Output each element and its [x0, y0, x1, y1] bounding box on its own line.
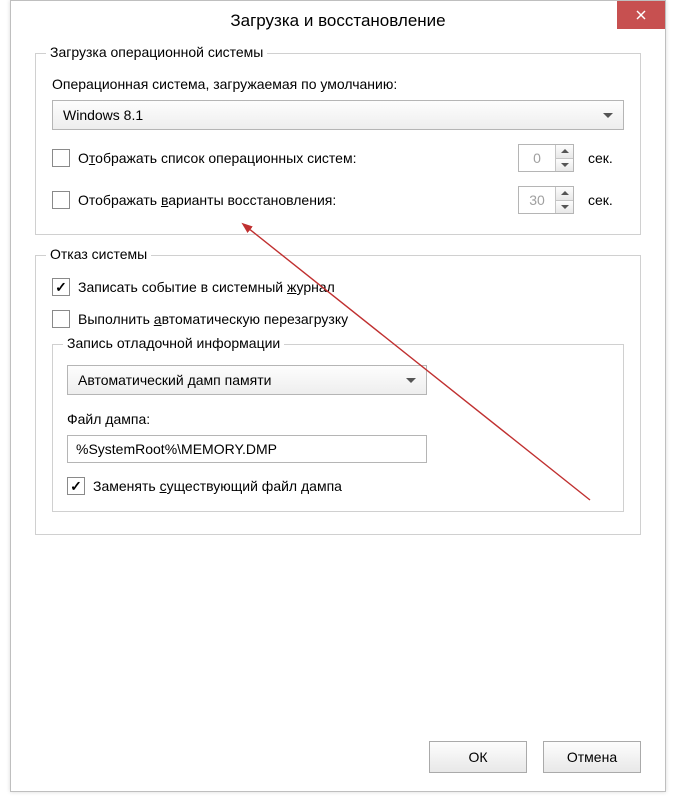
recovery-seconds-value: 30	[519, 187, 555, 213]
dialog-footer: ОК Отмена	[429, 741, 641, 773]
default-os-label: Операционная система, загружаемая по умо…	[52, 76, 624, 92]
cancel-button[interactable]: Отмена	[543, 741, 641, 773]
spinner-down[interactable]	[556, 158, 573, 172]
spinner-buttons	[555, 145, 573, 171]
debug-info-group: Запись отладочной информации Автоматичес…	[52, 344, 624, 512]
ok-button[interactable]: ОК	[429, 741, 527, 773]
show-recovery-label[interactable]: Отображать варианты восстановления:	[78, 192, 510, 208]
chevron-down-icon	[561, 205, 569, 209]
os-list-seconds-spinner[interactable]: 0	[518, 144, 574, 172]
default-os-combo[interactable]: Windows 8.1	[52, 100, 624, 130]
seconds-unit: сек.	[588, 192, 624, 208]
show-os-list-label[interactable]: Отображать список операционных систем:	[78, 150, 510, 166]
chevron-down-icon	[561, 163, 569, 167]
show-os-list-checkbox[interactable]	[52, 149, 70, 167]
chevron-down-icon	[406, 378, 416, 383]
close-icon	[636, 10, 646, 20]
write-event-row: Записать событие в системный журнал	[52, 278, 624, 296]
os-list-seconds-value: 0	[519, 145, 555, 171]
debug-info-title: Запись отладочной информации	[63, 335, 284, 351]
write-event-label[interactable]: Записать событие в системный журнал	[78, 279, 624, 295]
show-os-list-row: Отображать список операционных систем: 0…	[52, 144, 624, 172]
spinner-up[interactable]	[556, 187, 573, 200]
chevron-down-icon	[603, 113, 613, 118]
show-recovery-checkbox[interactable]	[52, 191, 70, 209]
write-event-checkbox[interactable]	[52, 278, 70, 296]
boot-group: Загрузка операционной системы Операционн…	[35, 53, 641, 235]
chevron-up-icon	[561, 191, 569, 195]
show-recovery-row: Отображать варианты восстановления: 30 с…	[52, 186, 624, 214]
chevron-up-icon	[561, 149, 569, 153]
dialog-window: Загрузка и восстановление Загрузка опера…	[10, 0, 666, 792]
close-button[interactable]	[617, 1, 665, 29]
default-os-value: Windows 8.1	[63, 107, 143, 123]
dump-type-combo[interactable]: Автоматический дамп памяти	[67, 365, 427, 395]
auto-restart-label[interactable]: Выполнить автоматическую перезагрузку	[78, 311, 624, 327]
titlebar: Загрузка и восстановление	[11, 1, 665, 41]
dump-type-value: Автоматический дамп памяти	[78, 372, 271, 388]
overwrite-row: Заменять существующий файл дампа	[67, 477, 609, 495]
overwrite-label[interactable]: Заменять существующий файл дампа	[93, 478, 609, 494]
dump-file-value: %SystemRoot%\MEMORY.DMP	[76, 441, 277, 457]
spinner-down[interactable]	[556, 200, 573, 214]
spinner-up[interactable]	[556, 145, 573, 158]
dump-file-input[interactable]: %SystemRoot%\MEMORY.DMP	[67, 435, 427, 463]
window-title: Загрузка и восстановление	[230, 11, 445, 31]
spinner-buttons	[555, 187, 573, 213]
dialog-body: Загрузка операционной системы Операционн…	[11, 41, 665, 571]
auto-restart-row: Выполнить автоматическую перезагрузку	[52, 310, 624, 328]
failure-group-title: Отказ системы	[46, 246, 151, 262]
auto-restart-checkbox[interactable]	[52, 310, 70, 328]
boot-group-title: Загрузка операционной системы	[46, 44, 267, 60]
recovery-seconds-spinner[interactable]: 30	[518, 186, 574, 214]
dump-file-label: Файл дампа:	[67, 411, 609, 427]
seconds-unit: сек.	[588, 150, 624, 166]
overwrite-checkbox[interactable]	[67, 477, 85, 495]
failure-group: Отказ системы Записать событие в системн…	[35, 255, 641, 535]
